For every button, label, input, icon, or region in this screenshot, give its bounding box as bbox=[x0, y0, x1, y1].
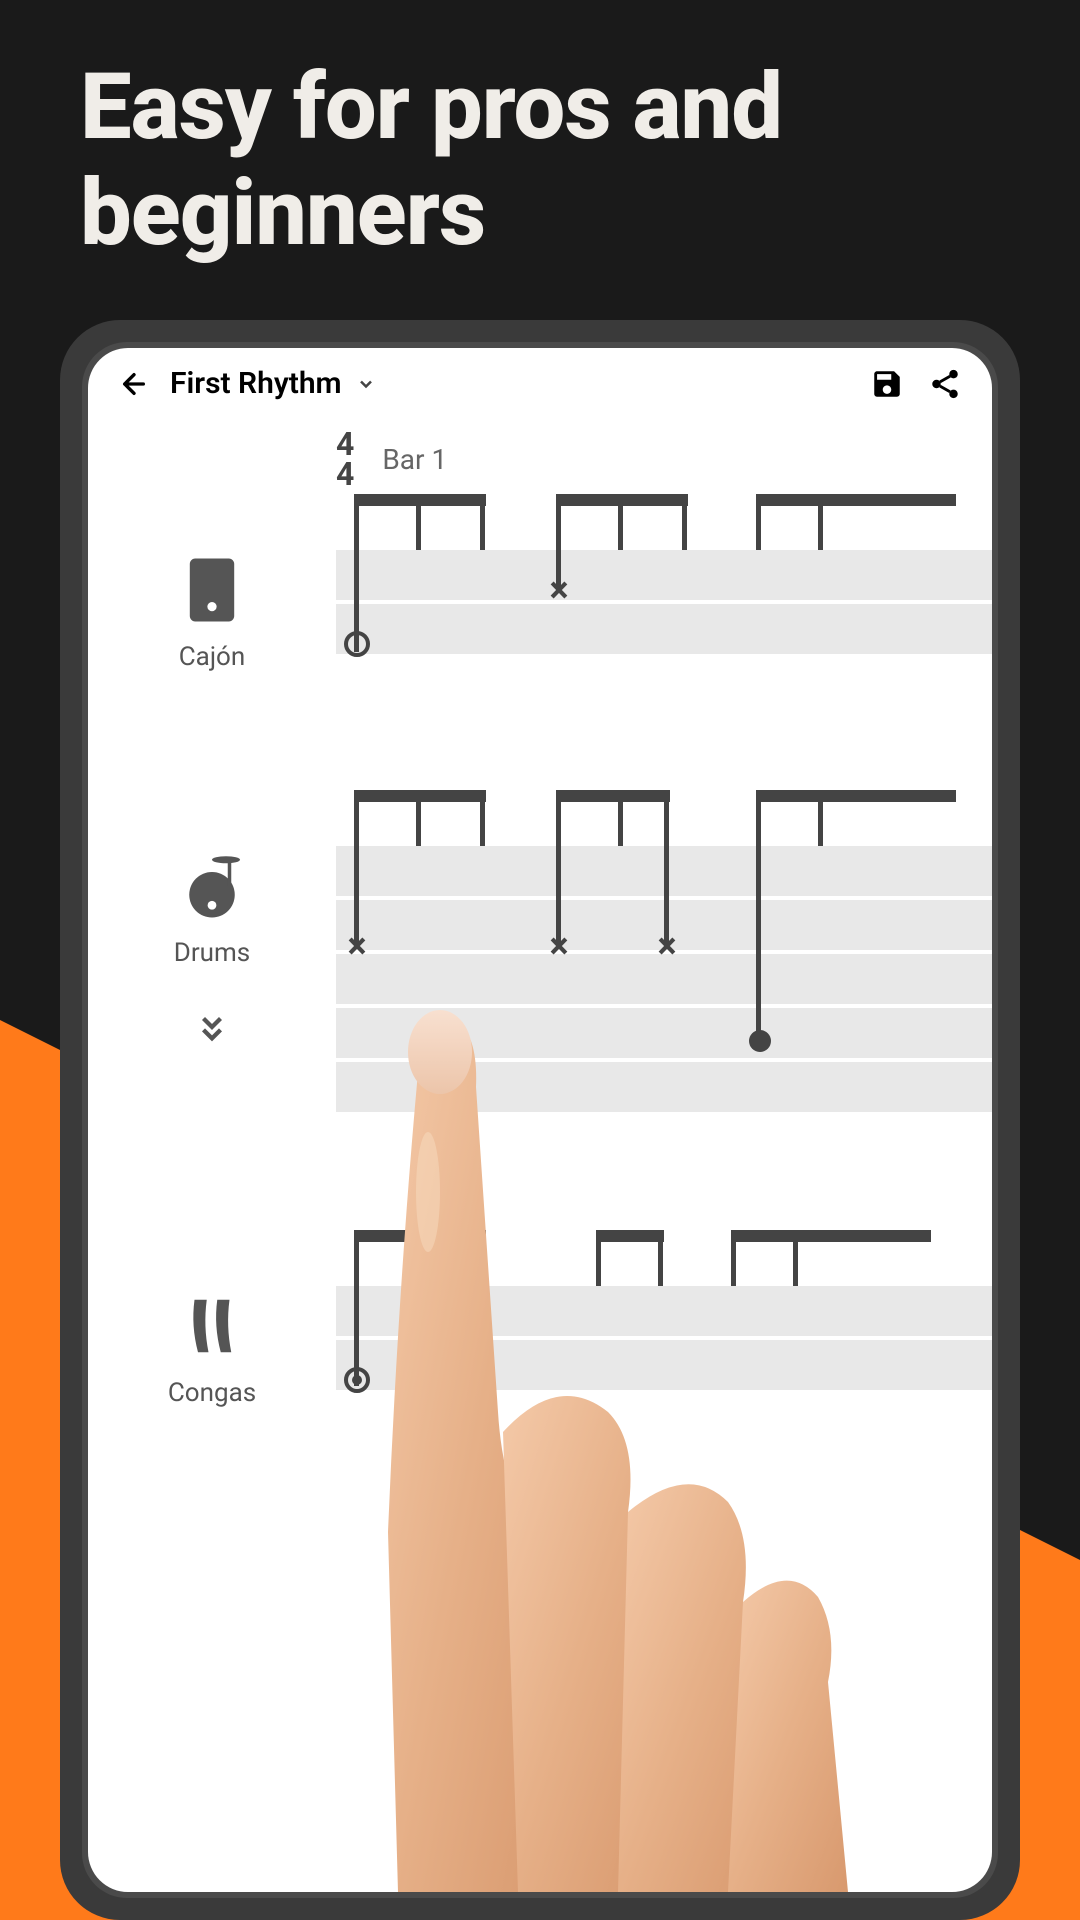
congas-track-area[interactable] bbox=[336, 1286, 992, 1394]
cajon-track: Cajón bbox=[88, 550, 992, 672]
phone-frame: First Rhythm bbox=[60, 320, 1020, 1920]
cajon-icon bbox=[172, 550, 252, 630]
app-header: First Rhythm bbox=[88, 348, 992, 419]
bar-info-row: 4 4 Bar 1 bbox=[88, 429, 992, 490]
drums-track: Drums bbox=[88, 846, 992, 1116]
drums-name: Drums bbox=[174, 938, 250, 968]
phone-screen: First Rhythm bbox=[88, 348, 992, 1892]
chevron-down-icon bbox=[356, 374, 376, 394]
header-actions bbox=[870, 367, 962, 401]
drums-icon bbox=[172, 846, 252, 926]
cajon-name: Cajón bbox=[179, 642, 245, 672]
congas-name: Congas bbox=[168, 1378, 256, 1408]
drums-track-area[interactable]: × × × bbox=[336, 846, 992, 1116]
bar-label: Bar 1 bbox=[382, 443, 447, 476]
congas-track: Congas bbox=[88, 1286, 992, 1408]
cajon-track-area[interactable]: × bbox=[336, 550, 992, 658]
congas-icon bbox=[172, 1286, 252, 1366]
cajon-label[interactable]: Cajón bbox=[88, 550, 336, 672]
finger-pointer-overlay bbox=[358, 992, 848, 1892]
share-icon[interactable] bbox=[928, 367, 962, 401]
drums-label[interactable]: Drums bbox=[88, 846, 336, 1116]
marketing-headline: Easy for pros and beginners bbox=[80, 55, 1020, 267]
title-dropdown[interactable]: First Rhythm bbox=[170, 366, 850, 401]
congas-label[interactable]: Congas bbox=[88, 1286, 336, 1408]
expand-icon[interactable] bbox=[195, 1010, 229, 1048]
phone-frame-inner: First Rhythm bbox=[82, 342, 998, 1898]
back-icon[interactable] bbox=[118, 368, 150, 400]
time-signature[interactable]: 4 4 bbox=[336, 429, 354, 490]
title-text: First Rhythm bbox=[170, 366, 342, 401]
save-icon[interactable] bbox=[870, 367, 904, 401]
